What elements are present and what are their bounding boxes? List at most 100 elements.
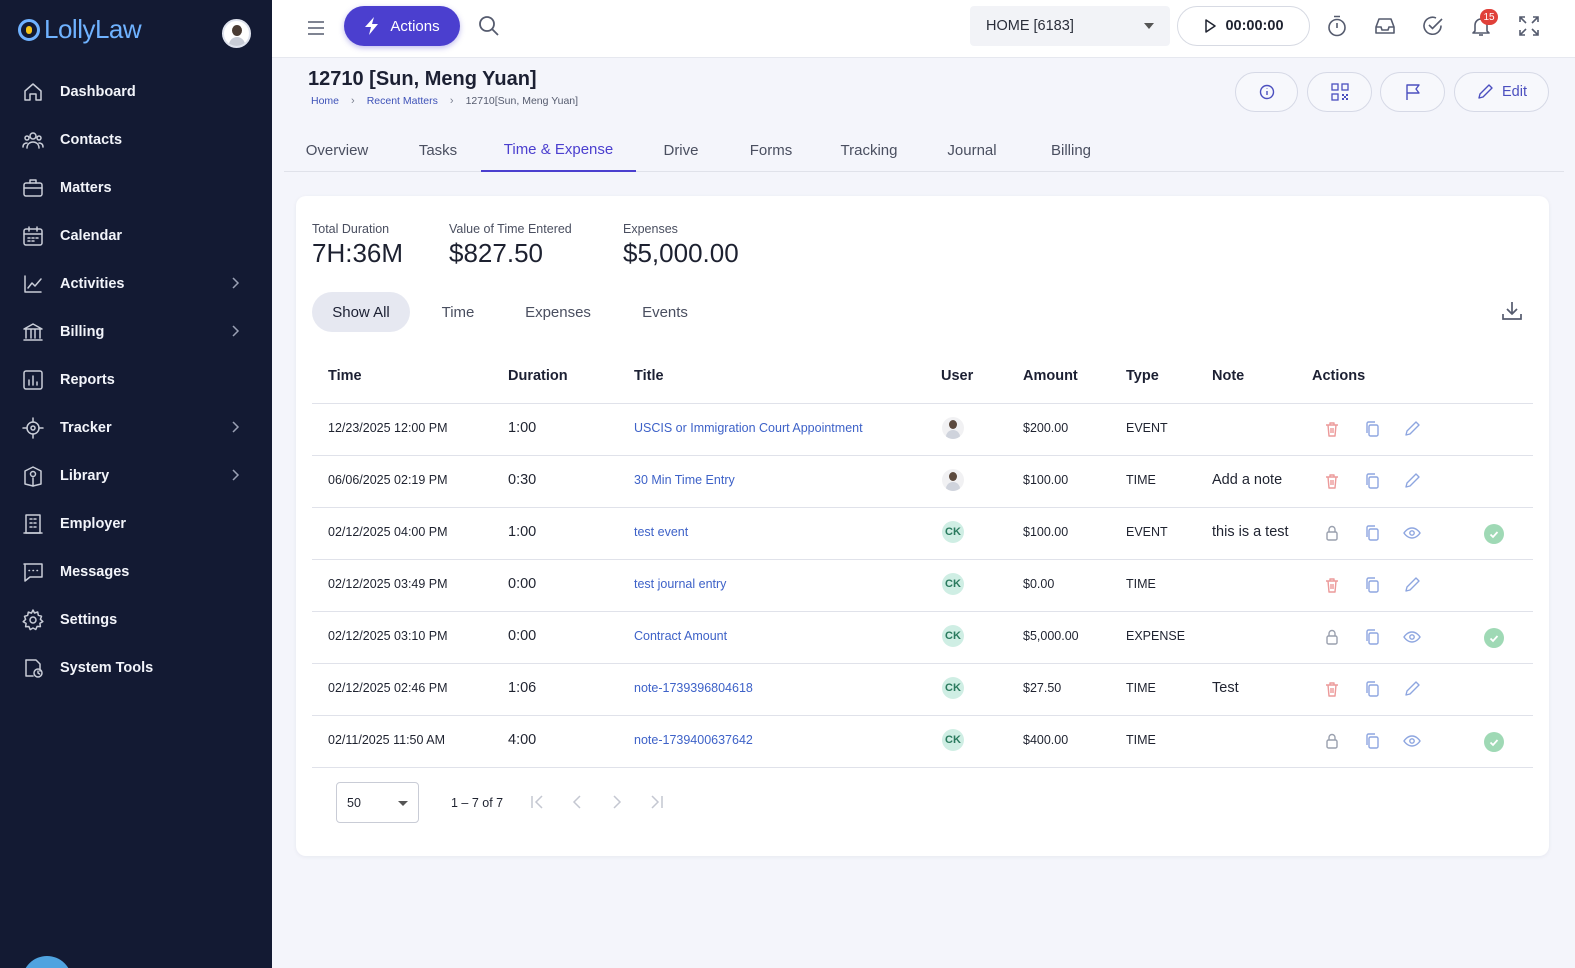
table-row[interactable]: 12/23/2025 12:00 PM 1:00 USCIS or Immigrat… — [312, 404, 1533, 456]
total-duration-value: 7H:36M — [312, 238, 404, 268]
check-circle-icon[interactable] — [1422, 15, 1444, 37]
tab-billing[interactable]: Billing — [1031, 128, 1111, 172]
bank-icon — [23, 323, 43, 341]
tab-drive[interactable]: Drive — [650, 128, 712, 172]
filter-show-all[interactable]: Show All — [312, 292, 410, 332]
delete-icon[interactable] — [1323, 420, 1341, 438]
tab-tracking[interactable]: Tracking — [826, 128, 912, 172]
user-avatar[interactable] — [222, 19, 251, 48]
copy-icon[interactable] — [1363, 732, 1381, 750]
cell-time: 02/12/2025 03:49 PM — [328, 577, 448, 591]
filter-events[interactable]: Events — [626, 292, 704, 332]
breadcrumb-recent-matters[interactable]: Recent Matters — [367, 95, 438, 107]
cell-type: TIME — [1126, 577, 1156, 591]
user-photo-avatar — [942, 417, 964, 439]
tab-time-expense[interactable]: Time & Expense — [481, 128, 636, 172]
delete-icon[interactable] — [1323, 680, 1341, 698]
sidebar-item-tracker[interactable]: Tracker — [0, 404, 272, 452]
sidebar-item-label: Employer — [60, 516, 127, 532]
hamburger-menu-icon[interactable] — [306, 18, 326, 38]
sidebar-item-system-tools[interactable]: System Tools — [0, 644, 272, 692]
info-button[interactable] — [1235, 72, 1298, 112]
chat-launcher-button[interactable] — [22, 956, 72, 968]
first-page-icon[interactable] — [528, 793, 546, 811]
cell-amount: $400.00 — [1023, 733, 1069, 747]
copy-icon[interactable] — [1363, 420, 1381, 438]
copy-icon[interactable] — [1363, 524, 1381, 542]
breadcrumb-home[interactable]: Home — [311, 95, 339, 107]
cell-title-link[interactable]: Contract Amount — [634, 629, 727, 643]
sidebar-item-dashboard[interactable]: Dashboard — [0, 68, 272, 116]
next-page-icon[interactable] — [608, 793, 626, 811]
tab-tasks[interactable]: Tasks — [404, 128, 472, 172]
view-icon[interactable] — [1403, 524, 1421, 542]
sidebar-item-calendar[interactable]: Calendar — [0, 212, 272, 260]
copy-icon[interactable] — [1363, 576, 1381, 594]
sidebar-item-matters[interactable]: Matters — [0, 164, 272, 212]
cell-type: TIME — [1126, 733, 1156, 747]
previous-page-icon[interactable] — [568, 793, 586, 811]
qr-code-button[interactable] — [1307, 72, 1372, 112]
filter-expenses[interactable]: Expenses — [510, 292, 606, 332]
filter-time[interactable]: Time — [426, 292, 490, 332]
cell-title-link[interactable]: 30 Min Time Entry — [634, 473, 735, 487]
copy-icon[interactable] — [1363, 628, 1381, 646]
pagination-range: 1 – 7 of 7 — [451, 796, 504, 810]
cell-note: Add a note — [1212, 472, 1283, 488]
actions-button[interactable]: Actions — [344, 6, 460, 46]
cell-type: TIME — [1126, 473, 1156, 487]
expenses-stat: Expenses $5,000.00 — [623, 222, 739, 269]
edit-icon[interactable] — [1403, 472, 1421, 490]
notification-badge: 15 — [1480, 9, 1498, 25]
search-icon[interactable] — [478, 15, 500, 37]
view-icon[interactable] — [1403, 628, 1421, 646]
page-size-select[interactable]: 50 — [336, 782, 419, 823]
sidebar-item-settings[interactable]: Settings — [0, 596, 272, 644]
sidebar-item-activities[interactable]: Activities — [0, 260, 272, 308]
tab-overview[interactable]: Overview — [295, 128, 379, 172]
column-header-title: Title — [634, 368, 664, 384]
cell-title-link[interactable]: test event — [634, 525, 688, 539]
page-size-value: 50 — [347, 795, 361, 810]
download-icon[interactable] — [1500, 299, 1524, 323]
edit-icon[interactable] — [1403, 680, 1421, 698]
view-icon[interactable] — [1403, 732, 1421, 750]
stopwatch-icon[interactable] — [1326, 15, 1348, 37]
sidebar-item-billing[interactable]: Billing — [0, 308, 272, 356]
last-page-icon[interactable] — [648, 793, 666, 811]
inbox-icon[interactable] — [1374, 15, 1396, 37]
tab-journal[interactable]: Journal — [933, 128, 1011, 172]
copy-icon[interactable] — [1363, 680, 1381, 698]
copy-icon[interactable] — [1363, 472, 1381, 490]
tab-forms[interactable]: Forms — [737, 128, 805, 172]
table-row[interactable]: 02/11/2025 11:50 AM 4:00 note-173940063764… — [312, 716, 1533, 768]
cell-title-link[interactable]: test journal entry — [634, 577, 726, 591]
edit-icon[interactable] — [1403, 576, 1421, 594]
lollylaw-logo[interactable]: LollyLaw — [18, 14, 142, 45]
delete-icon[interactable] — [1323, 472, 1341, 490]
column-header-actions: Actions — [1312, 368, 1366, 384]
sidebar-item-messages[interactable]: Messages — [0, 548, 272, 596]
location-select[interactable]: HOME [6183] — [970, 6, 1170, 46]
timer-button[interactable]: 00:00:00 — [1177, 6, 1310, 46]
edit-icon[interactable] — [1403, 420, 1421, 438]
table-row[interactable]: 02/12/2025 02:46 PM 1:06 note-173939680461… — [312, 664, 1533, 716]
table-row[interactable]: 02/12/2025 03:49 PM 0:00 test journal entr… — [312, 560, 1533, 612]
sidebar-item-employer[interactable]: Employer — [0, 500, 272, 548]
sidebar-item-library[interactable]: Library — [0, 452, 272, 500]
cell-title-link[interactable]: note-1739396804618 — [634, 681, 753, 695]
table-row[interactable]: 02/12/2025 04:00 PM 1:00 test event CK $100.… — [312, 508, 1533, 560]
qr-code-icon — [1330, 83, 1349, 101]
sidebar-item-reports[interactable]: Reports — [0, 356, 272, 404]
edit-label: Edit — [1502, 84, 1527, 100]
bar-chart-icon — [23, 370, 43, 390]
cell-title-link[interactable]: USCIS or Immigration Court Appointment — [634, 421, 863, 435]
table-row[interactable]: 02/12/2025 03:10 PM 0:00 Contract Amount CK… — [312, 612, 1533, 664]
sidebar-item-contacts[interactable]: Contacts — [0, 116, 272, 164]
fullscreen-icon[interactable] — [1518, 15, 1540, 37]
delete-icon[interactable] — [1323, 576, 1341, 594]
edit-button[interactable]: Edit — [1454, 72, 1549, 112]
table-row[interactable]: 06/06/2025 02:19 PM 0:30 30 Min Time Entry… — [312, 456, 1533, 508]
flag-button[interactable] — [1380, 72, 1445, 112]
cell-title-link[interactable]: note-1739400637642 — [634, 733, 753, 747]
